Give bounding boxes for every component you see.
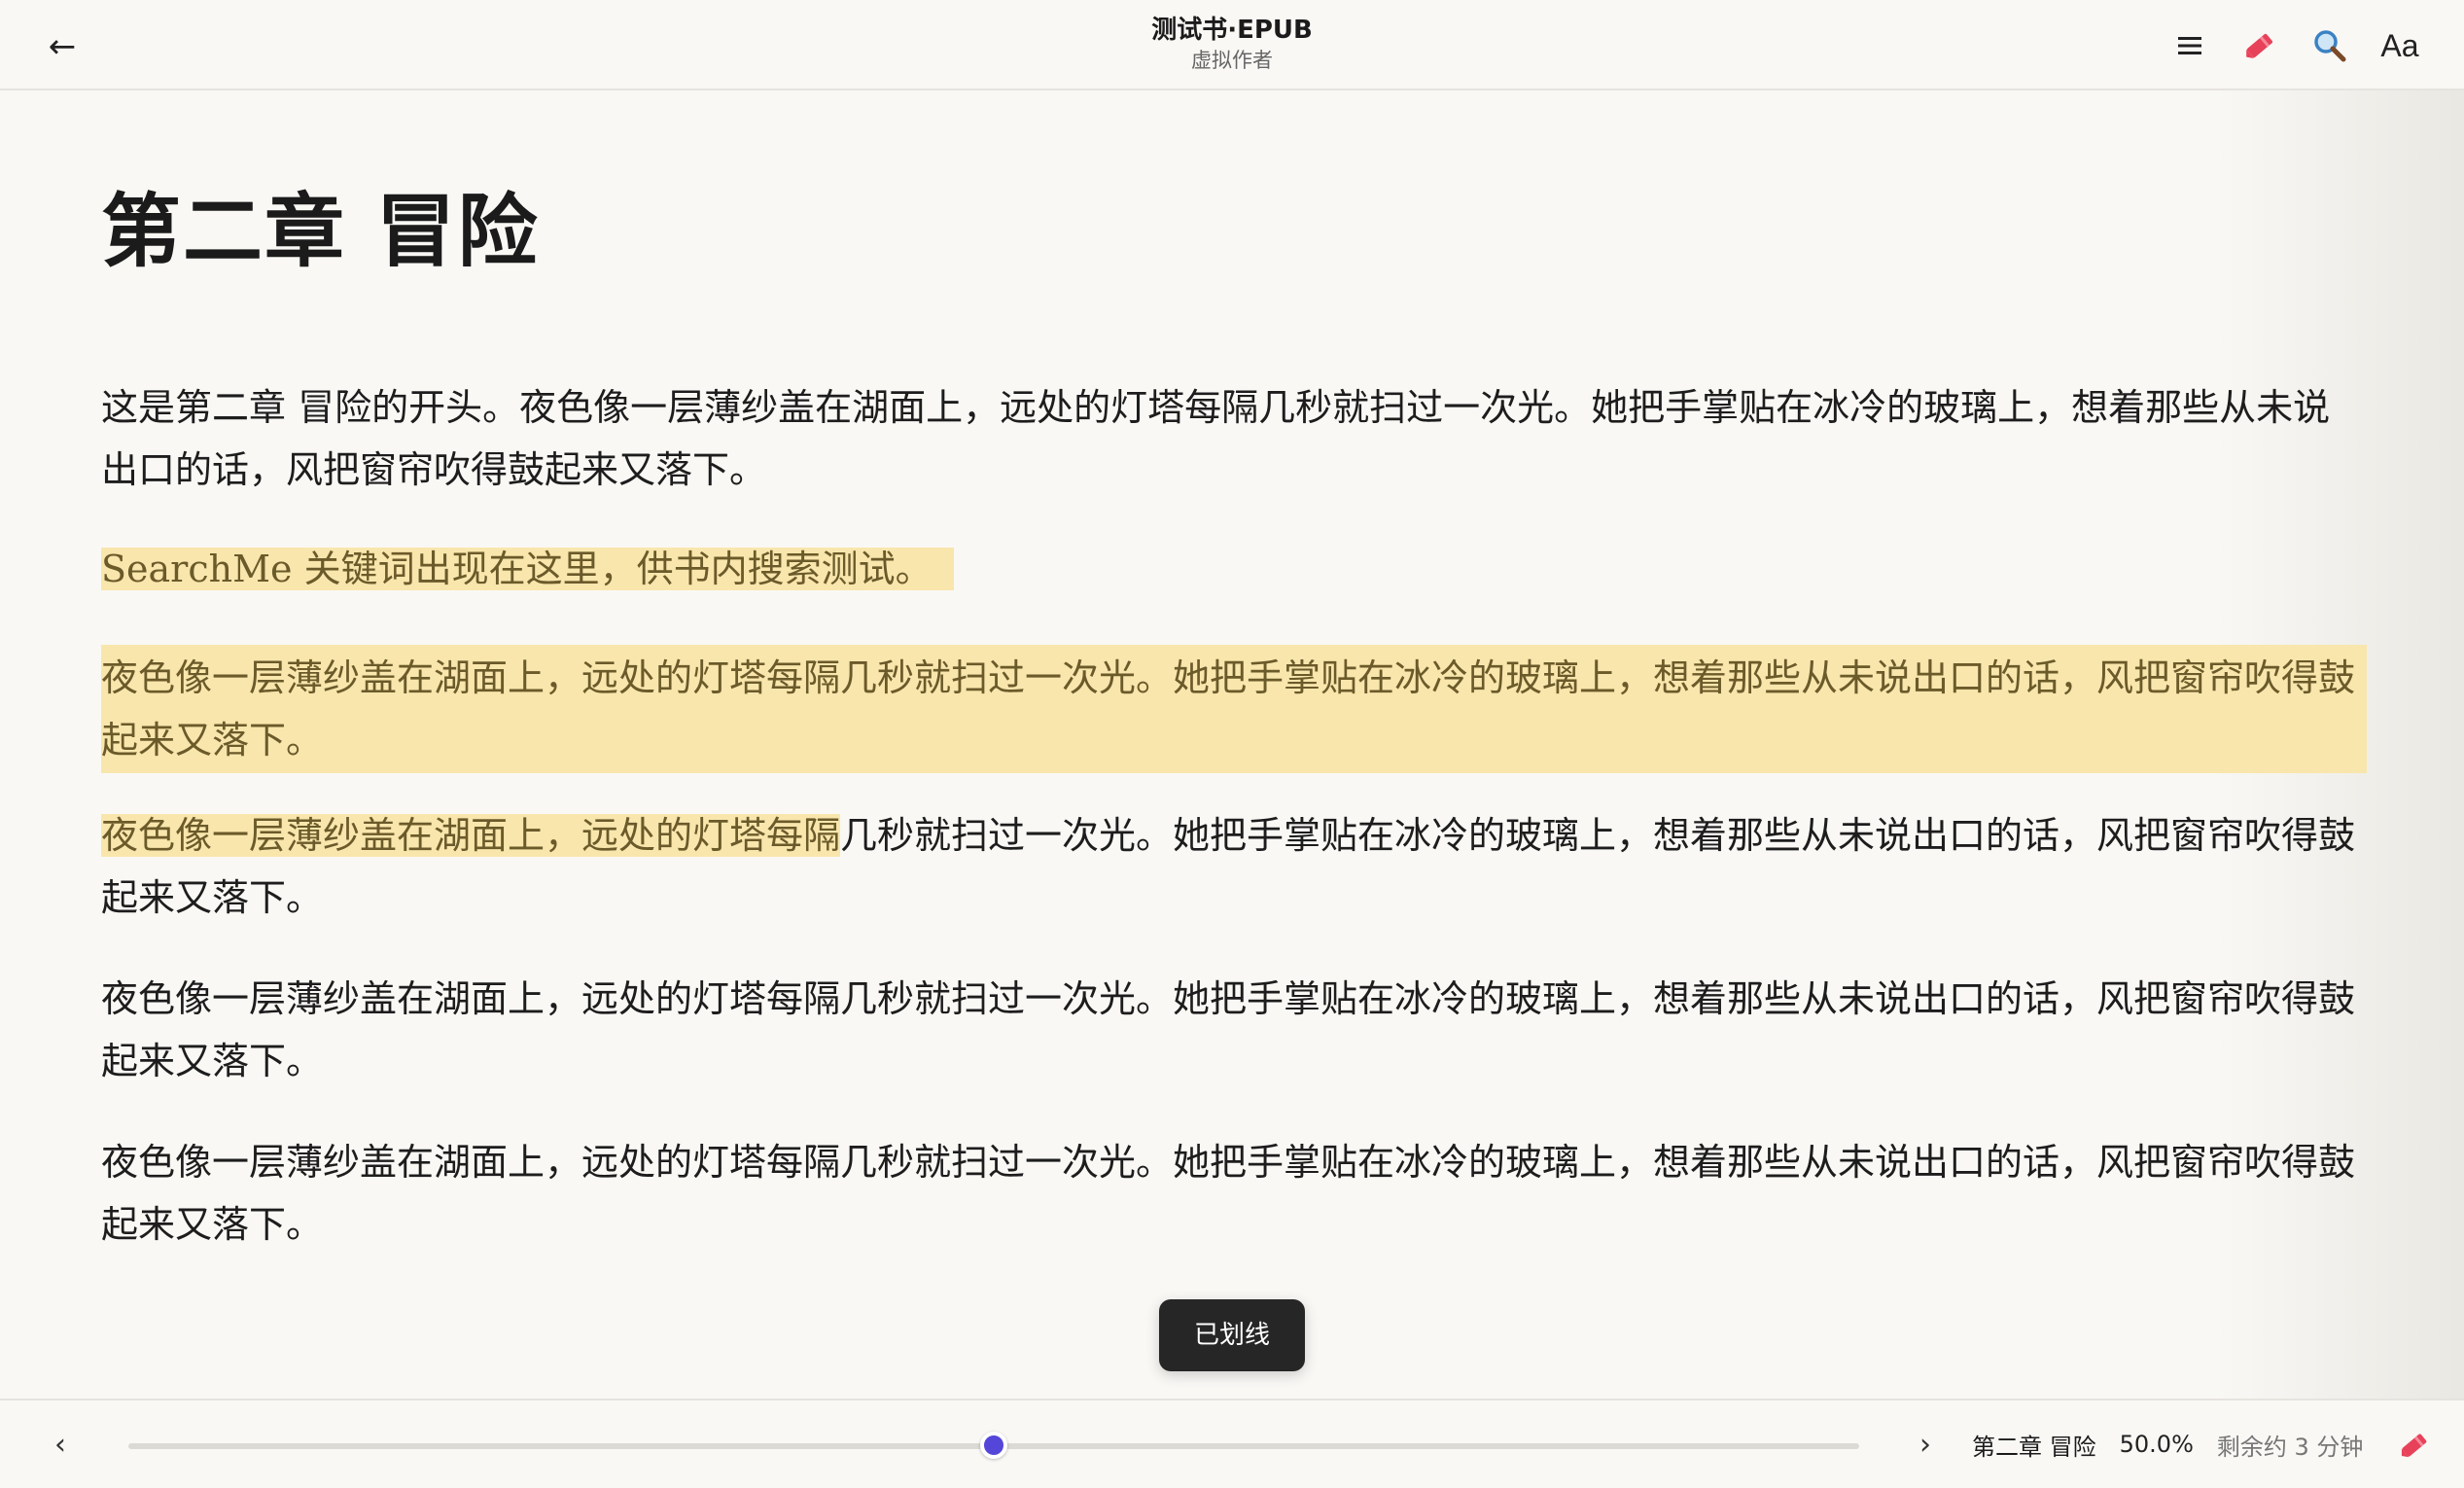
paragraph-1[interactable]: 这是第二章 冒险的开头。夜色像一层薄纱盖在湖面上，远处的灯塔每隔几秒就扫过一次光… — [101, 376, 2367, 501]
top-bar: ← 测试书·EPUB 虚拟作者 Aa — [0, 0, 2464, 90]
toc-button[interactable] — [2155, 21, 2225, 70]
toast: 已划线 — [1159, 1299, 1305, 1371]
highlights-button[interactable] — [2390, 1422, 2439, 1469]
time-remaining: 剩余约 3 分钟 — [2216, 1433, 2364, 1461]
title-block: 测试书·EPUB 虚拟作者 — [0, 14, 2464, 74]
toolbar: Aa — [2155, 21, 2435, 70]
paragraph-partial-highlight[interactable]: 夜色像一层薄纱盖在湖面上，远处的灯塔每隔几秒就扫过一次光。她把手掌贴在冰冷的玻璃… — [101, 804, 2367, 929]
next-page-button[interactable]: › — [1906, 1422, 1945, 1469]
book-title: 测试书·EPUB — [1151, 16, 1313, 45]
partial-highlight[interactable]: 夜色像一层薄纱盖在湖面上，远处的灯塔每隔 — [101, 814, 841, 857]
paragraph-highlighted[interactable]: 夜色像一层薄纱盖在湖面上，远处的灯塔每隔几秒就扫过一次光。她把手掌贴在冰冷的玻璃… — [101, 645, 2367, 773]
progress-percent: 50.0% — [2119, 1431, 2194, 1458]
paragraph-5[interactable]: 夜色像一层薄纱盖在湖面上，远处的灯塔每隔几秒就扫过一次光。她把手掌贴在冰冷的玻璃… — [101, 968, 2367, 1092]
progress-thumb[interactable] — [980, 1432, 1007, 1459]
menu-icon — [2178, 37, 2201, 54]
search-highlight[interactable]: SearchMe 关键词出现在这里，供书内搜索测试。 — [101, 548, 954, 590]
font-settings-icon: Aa — [2380, 27, 2419, 63]
chevron-left-icon: ‹ — [54, 1428, 66, 1462]
book-author: 虚拟作者 — [1191, 49, 1273, 72]
prev-page-button[interactable]: ‹ — [41, 1422, 80, 1469]
paragraph-6[interactable]: 夜色像一层薄纱盖在湖面上，远处的灯塔每隔几秒就扫过一次光。她把手掌贴在冰冷的玻璃… — [101, 1131, 2367, 1256]
highlighter-icon — [2401, 1434, 2427, 1458]
highlight-button[interactable] — [2225, 21, 2295, 70]
bottom-bar: ‹ › 第二章 冒险 50.0% 剩余约 3 分钟 — [0, 1399, 2464, 1488]
chapter-title: 第二章 冒险 — [101, 185, 540, 278]
status-area: 第二章 冒险 50.0% 剩余约 3 分钟 — [1972, 1400, 2363, 1488]
paragraph-search-keyword[interactable]: SearchMe 关键词出现在这里，供书内搜索测试。 — [101, 538, 2367, 600]
current-chapter: 第二章 冒险 — [1972, 1433, 2096, 1461]
font-settings-button[interactable]: Aa — [2365, 21, 2435, 70]
search-icon — [2314, 30, 2346, 62]
chevron-right-icon: › — [1919, 1428, 1931, 1462]
highlighter-icon — [2246, 33, 2272, 58]
search-button[interactable] — [2295, 21, 2365, 70]
